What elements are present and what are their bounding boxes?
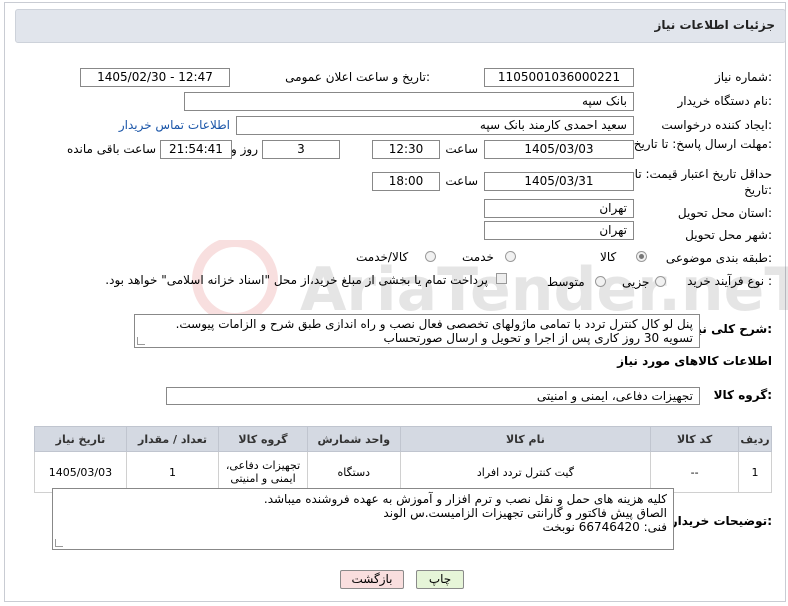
buyer-org-field: بانک سپه <box>184 92 634 111</box>
col-group: گروه کالا <box>218 426 308 452</box>
description-line-2: تسویه 30 روز کاری پس از اجرا و تحویل و ا… <box>383 331 693 345</box>
need-number-field: 1105001036000221 <box>484 68 634 87</box>
reply-time-label: ساعت <box>445 142 478 156</box>
buyer-note-line-3: فنی: 66746420 نوبخت <box>542 520 667 534</box>
reply-date-field: 1405/03/03 <box>484 140 634 159</box>
back-button[interactable]: بازگشت <box>340 570 404 589</box>
resize-handle-icon[interactable] <box>137 337 145 345</box>
treasury-checkbox[interactable] <box>496 273 507 284</box>
reply-time-field: 12:30 <box>372 140 440 159</box>
col-row: ردیف <box>738 426 772 452</box>
description-textarea: پنل لو کال کنترل تردد با تمامی ماژولهای … <box>134 314 700 348</box>
announce-label: تاریخ و ساعت اعلان عمومی: <box>285 70 430 84</box>
cell-group: تجهیزات دفاعی، ایمنی و امنیتی <box>218 451 308 493</box>
cell-unit: دستگاه <box>306 451 401 493</box>
category-option-service: خدمت <box>462 250 494 264</box>
category-option-both: کالا/خدمت <box>356 250 409 264</box>
city-field: تهران <box>484 221 634 240</box>
purchase-radio-minor[interactable] <box>655 276 666 287</box>
price-date-field: 1405/03/31 <box>484 172 634 191</box>
col-unit: واحد شمارش <box>306 426 401 452</box>
buyer-notes-textarea: کلیه هزینه های حمل و نقل نصب و ترم افزار… <box>52 488 674 550</box>
buyer-notes-label: توضیحات خریدار: <box>670 514 772 528</box>
price-validity-label: حداقل تاریخ اعتبار قیمت: تا تاریخ: <box>634 167 772 197</box>
cell-code: -- <box>650 451 740 493</box>
goods-table-header: ردیف کد کالا نام کالا واحد شمارش گروه کا… <box>34 426 772 452</box>
buyer-note-line-2: الصاق پیش فاکتور و گارانتی تجهیزات الزام… <box>383 506 667 520</box>
goods-group-label: گروه کالا: <box>713 388 772 402</box>
purchase-radio-medium[interactable] <box>595 276 606 287</box>
print-button[interactable]: چاپ <box>416 570 464 589</box>
col-name: نام کالا <box>399 426 652 452</box>
category-radio-service[interactable] <box>505 251 516 262</box>
need-number-label: شماره نیاز: <box>714 70 772 84</box>
creator-label: ایجاد کننده درخواست: <box>661 118 772 132</box>
purchase-option-medium: متوسط <box>547 275 585 289</box>
category-label: طبقه بندی موضوعی: <box>665 251 772 265</box>
goods-table: ردیف کد کالا نام کالا واحد شمارش گروه کا… <box>34 426 772 493</box>
cell-row: 1 <box>738 451 772 493</box>
creator-field: سعید احمدی کارمند بانک سپه <box>236 116 634 135</box>
resize-handle-icon[interactable] <box>55 539 63 547</box>
cell-date: 1405/03/03 <box>34 451 127 493</box>
page-title: جزئیات اطلاعات نیاز <box>654 18 775 32</box>
days-label: روز و <box>231 142 258 156</box>
price-time-field: 18:00 <box>372 172 440 191</box>
cell-name: گیت کنترل تردد افراد <box>399 451 652 493</box>
category-option-goods: کالا <box>600 250 617 264</box>
city-label: شهر محل تحویل: <box>685 228 772 242</box>
remaining-label: ساعت باقی مانده <box>66 142 156 156</box>
page-header: جزئیات اطلاعات نیاز <box>15 9 786 43</box>
buyer-org-label: نام دستگاه خریدار: <box>677 94 773 108</box>
category-radio-goods[interactable] <box>636 251 647 262</box>
category-radio-both[interactable] <box>425 251 436 262</box>
reply-deadline-label: مهلت ارسال پاسخ: تا تاریخ: <box>633 137 772 151</box>
announce-field: 1405/02/30 - 12:47 <box>80 68 230 87</box>
price-time-label: ساعت <box>445 174 478 188</box>
days-field: 3 <box>262 140 340 159</box>
province-label: استان محل تحویل: <box>677 206 772 220</box>
cell-qty: 1 <box>125 451 220 493</box>
description-line-1: پنل لو کال کنترل تردد با تمامی ماژولهای … <box>175 317 693 331</box>
buyer-note-line-1: کلیه هزینه های حمل و نقل نصب و ترم افزار… <box>263 492 667 506</box>
buyer-contact-link[interactable]: اطلاعات تماس خریدار <box>119 118 230 132</box>
purchase-type-label: نوع فرآیند خرید : <box>687 274 772 288</box>
col-code: کد کالا <box>650 426 740 452</box>
province-field: تهران <box>484 199 634 218</box>
goods-section-title: اطلاعات کالاهای مورد نیاز <box>617 354 772 368</box>
purchase-note: پرداخت تمام یا بخشی از مبلغ خرید،از محل … <box>105 273 488 287</box>
remaining-time-field: 21:54:41 <box>160 140 232 159</box>
col-qty: تعداد / مقدار <box>125 426 220 452</box>
col-date: تاریخ نیاز <box>34 426 127 452</box>
goods-group-field: تجهیزات دفاعی، ایمنی و امنیتی <box>166 387 700 405</box>
table-row: 1 -- گیت کنترل تردد افراد دستگاه تجهیزات… <box>34 451 772 493</box>
purchase-option-minor: جزیی <box>622 275 650 289</box>
